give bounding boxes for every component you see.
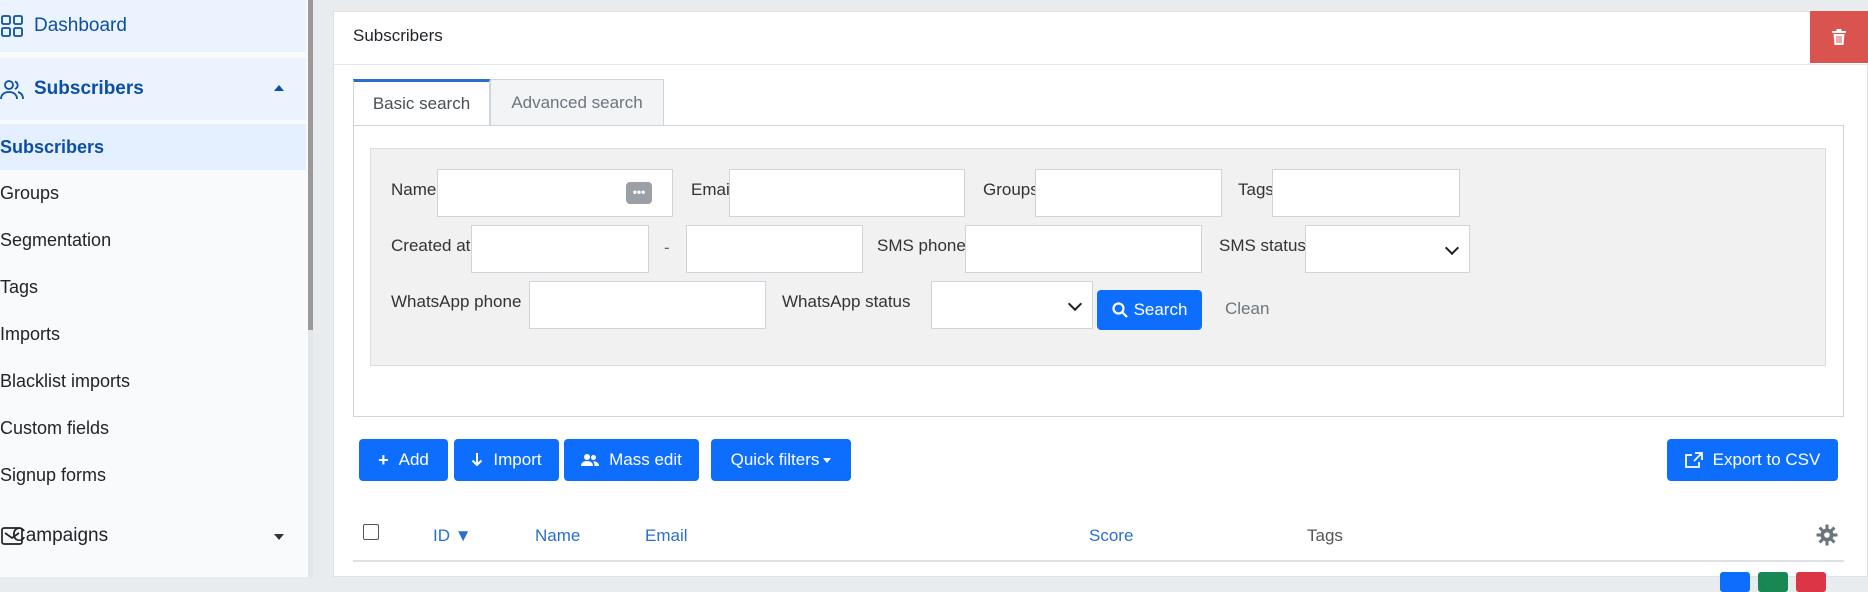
select-all-checkbox[interactable] [363, 524, 379, 540]
sidebar-item-label: Dashboard [34, 15, 127, 36]
sidebar-item-label: Segmentation [0, 229, 112, 250]
whatsapp-phone-input[interactable] [529, 281, 766, 329]
groups-input[interactable] [1035, 169, 1222, 217]
created-at-label: Created at [391, 236, 471, 255]
sms-status-label: SMS status [1219, 236, 1306, 255]
search-button[interactable]: Search [1097, 290, 1202, 330]
subscribers-card: Subscribers Basic search Advanced search… [333, 11, 1868, 592]
import-button-label: Import [493, 450, 542, 469]
caret-down-icon [823, 457, 832, 463]
date-range-separator: - [664, 238, 670, 257]
import-button[interactable]: Import [454, 439, 559, 481]
tab-basic-search[interactable]: Basic search [353, 79, 490, 126]
share-icon [1684, 452, 1703, 468]
sidebar-section-label: Campaigns [12, 525, 109, 546]
sidebar-item-dashboard[interactable]: Dashboard [0, 0, 306, 52]
table-header: ID ▼ Name Email Score Tags [353, 512, 1844, 562]
tab-label: Basic search [372, 94, 471, 113]
trash-icon [1832, 29, 1846, 45]
created-at-from-input[interactable] [471, 225, 649, 273]
sidebar-item-groups[interactable]: Groups [0, 170, 306, 216]
chevron-down-icon [1444, 240, 1460, 256]
quick-filters-dropdown[interactable]: Quick filters [711, 439, 851, 481]
sms-status-select[interactable] [1305, 225, 1470, 273]
page-title: Subscribers [353, 26, 443, 45]
tab-advanced-search[interactable]: Advanced search [490, 79, 664, 126]
email-input[interactable] [729, 169, 965, 217]
plus-icon: + [378, 449, 389, 470]
add-button-label: Add [398, 450, 429, 469]
basic-search-panel: Name ••• Email Groups Tags Created at - … [353, 125, 1844, 417]
chevron-down-icon [1067, 296, 1083, 312]
search-icon [1111, 302, 1128, 318]
groups-label: Groups [983, 180, 1039, 199]
sidebar-item-blacklist-imports[interactable]: Blacklist imports [0, 358, 306, 404]
sidebar-item-label: Custom fields [0, 417, 110, 438]
sidebar-item-custom-fields[interactable]: Custom fields [0, 405, 306, 451]
sidebar-item-imports[interactable]: Imports [0, 311, 306, 357]
tags-label: Tags [1238, 180, 1274, 199]
row-edit-button[interactable] [1720, 572, 1750, 592]
row-view-button[interactable] [1758, 572, 1788, 592]
quick-filters-label: Quick filters [730, 450, 820, 469]
column-header-score[interactable]: Score [1089, 526, 1133, 546]
dashboard-icon [0, 14, 24, 38]
search-form: Name ••• Email Groups Tags Created at - … [370, 148, 1826, 366]
sidebar-item-signup-forms[interactable]: Signup forms [0, 452, 306, 498]
tab-label: Advanced search [511, 92, 643, 112]
arrow-down-icon [472, 453, 483, 467]
mass-edit-button[interactable]: Mass edit [564, 439, 699, 481]
sidebar-item-subscribers[interactable]: Subscribers [0, 124, 306, 170]
tags-input[interactable] [1272, 169, 1460, 217]
mass-edit-button-label: Mass edit [609, 450, 682, 469]
email-label: Email [691, 180, 734, 199]
users-icon [0, 77, 24, 101]
sidebar-item-label: Groups [0, 182, 60, 203]
sidebar-item-segmentation[interactable]: Segmentation [0, 217, 306, 263]
sidebar-item-label: Signup forms [0, 464, 107, 485]
row-delete-button[interactable] [1796, 572, 1826, 592]
name-label: Name [391, 180, 437, 199]
delete-button[interactable] [1810, 11, 1868, 63]
add-button[interactable]: + Add [359, 439, 448, 481]
export-csv-button[interactable]: Export to CSV [1667, 439, 1838, 481]
whatsapp-status-label: WhatsApp status [782, 292, 911, 311]
card-header: Subscribers [334, 11, 1868, 65]
clean-button[interactable]: Clean [1225, 299, 1269, 319]
sidebar-item-label: Subscribers [0, 136, 105, 157]
chevron-up-icon [274, 85, 284, 91]
sms-phone-label: SMS phone [877, 236, 966, 255]
created-at-to-input[interactable] [686, 225, 863, 273]
users-icon [581, 454, 600, 466]
column-header-name[interactable]: Name [535, 526, 580, 546]
column-header-id[interactable]: ID ▼ [433, 526, 472, 546]
sidebar-item-label: Tags [0, 276, 39, 297]
search-button-label: Search [1133, 300, 1188, 319]
sidebar-section-campaigns[interactable]: Campaigns [0, 516, 306, 556]
whatsapp-status-select[interactable] [931, 281, 1093, 329]
sidebar: Dashboard Subscribers Subscribers Groups… [0, 0, 308, 577]
sidebar-section-label: Subscribers [34, 78, 144, 99]
sidebar-item-label: Blacklist imports [0, 370, 131, 391]
column-header-tags: Tags [1307, 526, 1343, 545]
name-input[interactable]: ••• [437, 169, 673, 217]
whatsapp-phone-label: WhatsApp phone [391, 292, 522, 311]
gear-icon[interactable] [1816, 524, 1838, 551]
chevron-down-icon [274, 534, 284, 540]
sidebar-scrollbar-thumb[interactable] [308, 0, 313, 330]
sidebar-section-subscribers[interactable]: Subscribers [0, 58, 306, 120]
column-header-email[interactable]: Email [645, 526, 688, 546]
export-csv-label: Export to CSV [1712, 450, 1821, 469]
password-manager-icon[interactable]: ••• [626, 182, 652, 204]
sms-phone-input[interactable] [965, 225, 1202, 273]
sidebar-item-tags[interactable]: Tags [0, 264, 306, 310]
sidebar-item-label: Imports [0, 323, 61, 344]
